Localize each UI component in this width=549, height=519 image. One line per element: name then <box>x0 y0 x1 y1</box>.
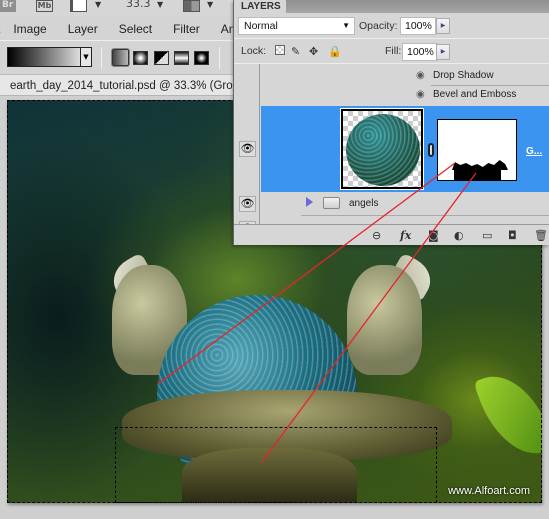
blend-mode-value: Normal <box>244 20 278 32</box>
folder-icon <box>323 197 340 209</box>
diamond-gradient-button[interactable] <box>194 51 209 65</box>
chevron-down-icon: ▼ <box>342 21 350 30</box>
reflected-gradient-button[interactable] <box>174 51 189 65</box>
layer-name[interactable]: G... <box>526 146 542 157</box>
blend-mode-select[interactable]: Normal ▼ <box>238 17 355 35</box>
link-icon[interactable] <box>428 143 434 157</box>
adjustment-layer-icon[interactable]: ◐ <box>454 229 464 242</box>
layer-thumbnail[interactable] <box>340 108 424 190</box>
fill-slider-button[interactable]: ▶ <box>436 44 450 60</box>
menu-image[interactable]: Image <box>13 22 46 36</box>
lock-image-pixels-icon[interactable]: ✎ <box>291 45 300 58</box>
eye-icon[interactable]: 👁 <box>239 141 256 157</box>
new-group-icon[interactable]: ▭ <box>482 229 492 242</box>
selection-marquee-urn <box>115 427 437 503</box>
new-layer-icon[interactable]: ◘ <box>508 229 517 242</box>
effect-row[interactable]: ◉ Drop Shadow <box>261 67 549 86</box>
fill-input[interactable]: 100% <box>402 43 438 61</box>
eye-icon[interactable]: ◉ <box>416 89 425 100</box>
zoom-level[interactable]: 33.3 <box>126 0 151 10</box>
linear-gradient-button[interactable] <box>112 49 129 66</box>
menu-select[interactable]: Select <box>119 22 152 36</box>
chevron-down-icon[interactable]: ▼ <box>207 0 213 9</box>
fx-icon[interactable]: fx <box>400 229 411 242</box>
chevron-down-icon[interactable]: ▼ <box>80 48 91 66</box>
gradient-picker[interactable]: ▼ <box>7 47 92 67</box>
mask-shape <box>454 168 501 180</box>
sphere-thumbnail <box>346 114 420 186</box>
effect-name: Bevel and Emboss <box>433 89 517 100</box>
chevron-down-icon[interactable]: ▼ <box>157 0 163 9</box>
divider <box>301 215 549 216</box>
lock-transparent-pixels-icon[interactable] <box>275 45 285 55</box>
effect-name: Drop Shadow <box>433 70 494 81</box>
radial-gradient-button[interactable] <box>133 51 148 65</box>
eye-icon[interactable]: ◉ <box>416 70 425 81</box>
options-bar: ▼ <box>0 40 235 74</box>
lock-position-icon[interactable]: ✥ <box>309 45 318 58</box>
divider <box>101 47 102 69</box>
angle-gradient-button[interactable] <box>154 51 169 65</box>
divider <box>219 47 220 69</box>
lock-all-icon[interactable]: 🔒 <box>328 45 342 58</box>
mini-bridge-button[interactable]: Mb <box>36 0 53 12</box>
layers-footer: ⊖ fx ◙ ◐ ▭ ◘ 🗑 <box>234 224 549 245</box>
fill-label: Fill: <box>385 45 402 57</box>
expand-triangle-icon[interactable] <box>306 197 313 207</box>
menu-bar: t Image Layer Select Filter Anal <box>0 18 245 40</box>
layer-mask-thumbnail[interactable] <box>437 119 517 181</box>
watermark: www.Alfoart.com <box>448 485 530 497</box>
photoshop-window: Br Mb ▼ 33.3 ▼ ▼ t Image Layer Select Fi… <box>0 0 549 519</box>
layer-name: angels <box>349 198 379 209</box>
opacity-label: Opacity: <box>359 20 398 32</box>
lock-label: Lock: <box>241 45 267 57</box>
bridge-button[interactable]: Br <box>0 0 16 12</box>
menu-layer[interactable]: Layer <box>68 22 98 36</box>
delete-layer-icon[interactable]: 🗑 <box>534 229 548 242</box>
divider <box>234 63 549 64</box>
eye-icon[interactable]: 👁 <box>239 196 256 212</box>
layer-row-selected[interactable]: G... <box>261 106 549 192</box>
visibility-column: 👁 👁 👁 <box>234 64 260 230</box>
divider <box>234 38 549 39</box>
add-mask-icon[interactable]: ◙ <box>428 229 439 242</box>
opacity-slider-button[interactable]: ▶ <box>436 18 450 34</box>
tab-layers[interactable]: LAYERS <box>234 0 286 14</box>
opacity-input[interactable]: 100% <box>400 17 436 35</box>
extras-icon[interactable] <box>70 0 87 12</box>
layers-panel: LAYERS Normal ▼ Opacity: 100% ▶ Lock: ✎ … <box>233 0 549 245</box>
menu-filter[interactable]: Filter <box>173 22 200 36</box>
chevron-down-icon[interactable]: ▼ <box>95 0 101 9</box>
arrange-documents-icon[interactable] <box>183 0 200 12</box>
layer-row[interactable]: angels <box>261 192 549 216</box>
link-layers-icon[interactable]: ⊖ <box>372 229 381 242</box>
effect-row[interactable]: ◉ Bevel and Emboss <box>261 86 549 105</box>
document-tab[interactable]: earth_day_2014_tutorial.psd @ 33.3% (Gro… <box>0 74 235 96</box>
